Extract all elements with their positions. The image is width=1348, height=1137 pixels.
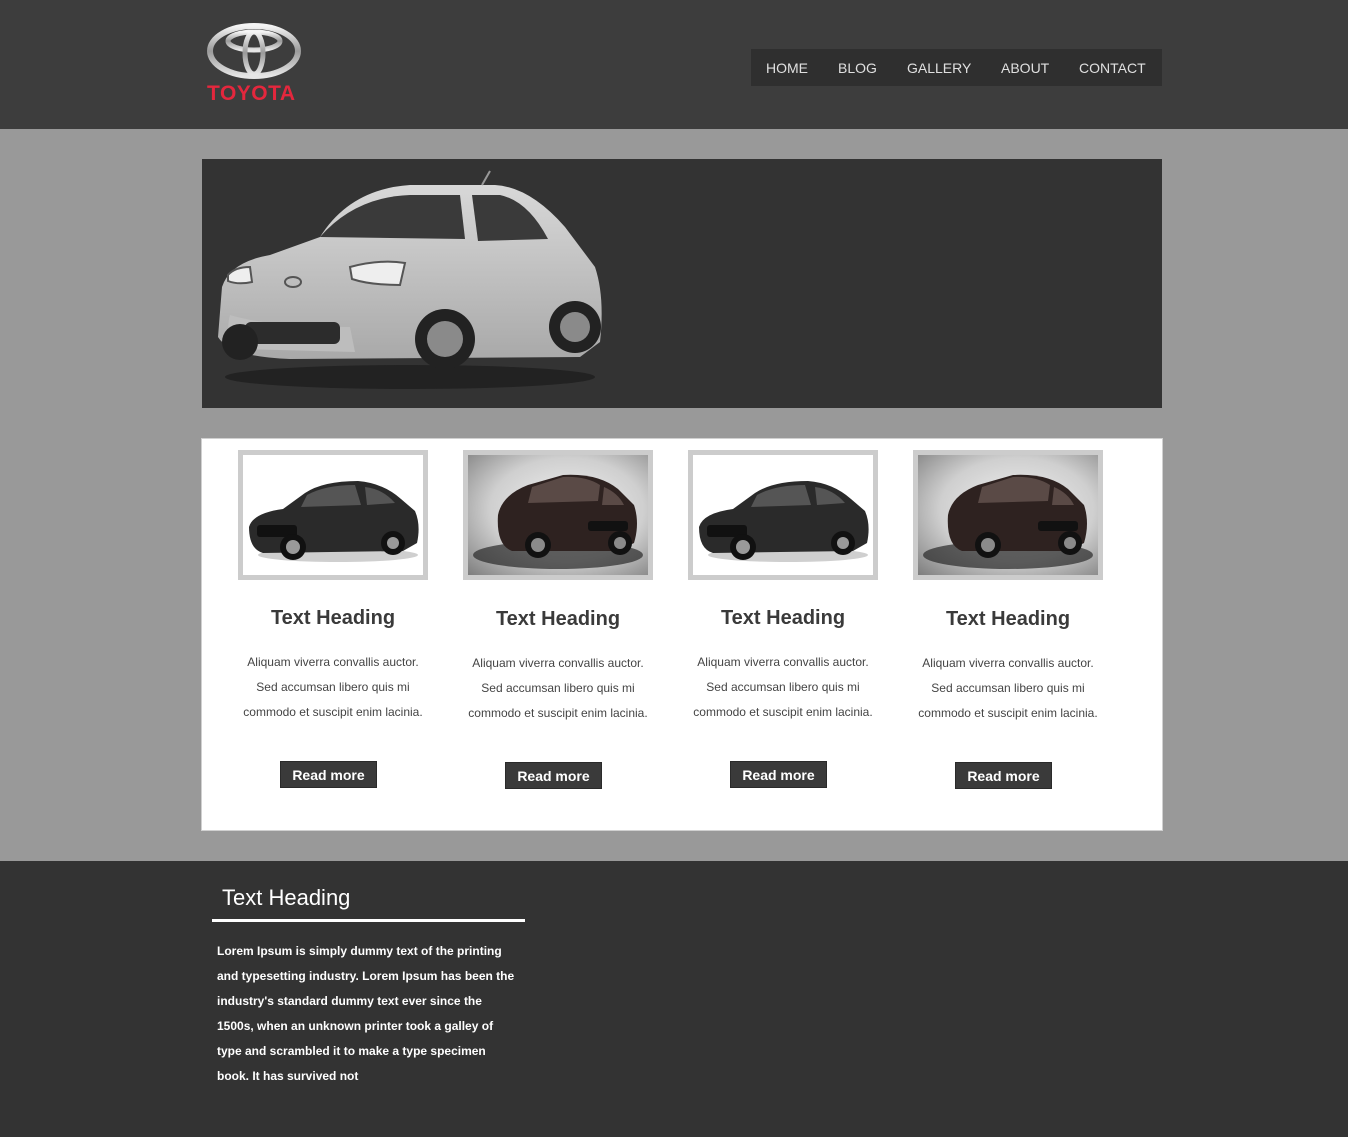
dark-brown-suv-image [473,474,643,569]
card-image-frame[interactable] [913,450,1103,580]
card-image-frame[interactable] [463,450,653,580]
card-image-frame[interactable] [238,450,428,580]
footer-text: Lorem Ipsum is simply dummy text of the … [217,944,515,1083]
nav-item-contact[interactable]: CONTACT [1079,60,1146,76]
brand-wordmark: TOYOTA [207,82,296,105]
nav-item-home[interactable]: HOME [766,60,808,76]
hero-banner [202,159,1162,408]
card-heading: Text Heading [495,608,621,630]
footer-divider [212,919,525,922]
nav-item-blog[interactable]: BLOG [838,60,877,76]
card-description: Aliquam viverra convallis auctor. Sed ac… [693,655,873,719]
site-header: TOYOTA HOME BLOG GALLERY ABOUT CONTACT [0,0,1348,129]
card-heading: Text Heading [270,607,396,629]
black-sedan-image [249,481,419,562]
card-description: Aliquam viverra convallis auctor. Sed ac… [918,656,1098,720]
toyota-emblem-icon [207,23,301,79]
read-more-button[interactable]: Read more [505,762,602,789]
nav-item-about[interactable]: ABOUT [1001,60,1049,76]
site-footer: Text Heading Lorem Ipsum is simply dummy… [0,861,1348,1137]
feature-panel: Text Heading Aliquam viverra convallis a… [201,438,1163,831]
card-heading: Text Heading [720,607,846,629]
card-description: Aliquam viverra convallis auctor. Sed ac… [468,656,648,720]
dark-brown-suv-image [923,474,1093,569]
card-image-frame[interactable] [688,450,878,580]
read-more-button[interactable]: Read more [730,761,827,788]
toyota-logo[interactable]: TOYOTA [205,22,305,108]
card-description: Aliquam viverra convallis auctor. Sed ac… [243,655,423,719]
footer-heading: Text Heading [222,885,351,910]
read-more-button[interactable]: Read more [955,762,1052,789]
read-more-button[interactable]: Read more [280,761,377,788]
black-sedan-image [699,481,869,562]
card-heading: Text Heading [945,608,1071,630]
silver-hatchback-car-image [218,170,602,389]
main-navigation: HOME BLOG GALLERY ABOUT CONTACT [751,49,1162,86]
nav-item-gallery[interactable]: GALLERY [907,60,971,76]
